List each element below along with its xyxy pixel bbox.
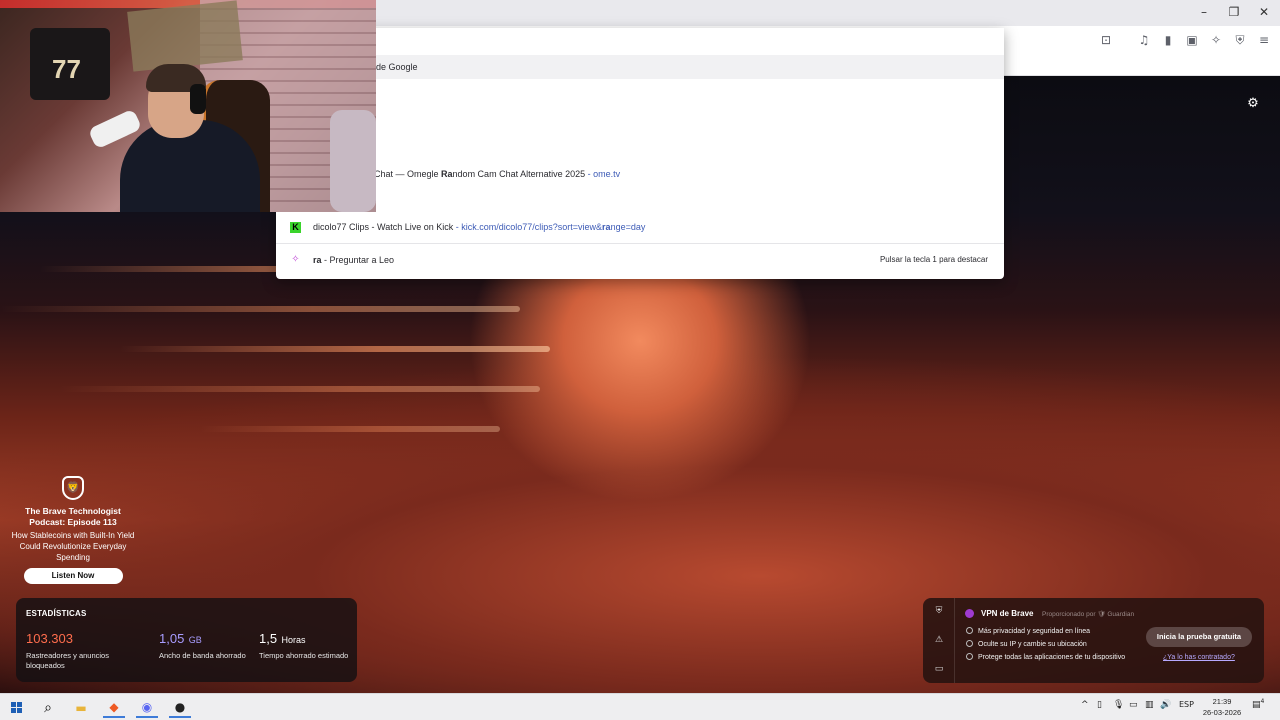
leo-sparkle-icon: ✧	[291, 254, 300, 265]
suggestion-url-match: ra	[602, 222, 611, 232]
suggestion-text: de Google	[376, 62, 418, 72]
suggestion-url: ome.tv	[593, 169, 621, 179]
brave-shields-icon[interactable]: ⛨	[1232, 32, 1248, 48]
tray-chevron-icon[interactable]: ^	[1081, 700, 1089, 710]
omnibox-dropdown: de Google Chat — Omegle Random Cam Chat …	[276, 28, 1004, 279]
reader-mode-icon[interactable]: ⊡	[1098, 32, 1114, 48]
settings-gear-icon[interactable]: ⚙	[1245, 96, 1261, 112]
restore-button[interactable]: ❐	[1226, 5, 1242, 21]
windows-logo-icon	[10, 702, 22, 713]
vpn-feature: Protege todas las aplicaciones de tu dis…	[966, 653, 1125, 661]
check-icon	[966, 627, 973, 634]
media-icon[interactable]: ♫	[1136, 32, 1152, 48]
omnibox-divider	[276, 243, 1004, 244]
discord-icon[interactable]: ◉	[136, 697, 158, 718]
background-streak	[60, 386, 540, 392]
obs-icon[interactable]: ●	[169, 697, 191, 718]
stat-desc: Rastreadores y anuncios bloqueados	[26, 651, 109, 670]
vpn-card: ⛨ ⚠ ▭ VPN de Brave Proporcionado por 🛡 G…	[923, 598, 1264, 683]
minimize-button[interactable]: –	[1196, 5, 1212, 21]
background-streak	[120, 346, 550, 352]
stat-value: 1,5	[259, 631, 278, 646]
wallet-icon[interactable]: ▣	[1184, 32, 1200, 48]
taskbar-clock[interactable]: 21:39 26-03-2026	[1197, 696, 1247, 718]
check-icon	[966, 640, 973, 647]
stat-desc: Tiempo ahorrado estimado	[259, 651, 349, 660]
stat-desc: Ancho de banda ahorrado	[159, 651, 246, 660]
search-icon[interactable]: ⌕	[37, 697, 59, 718]
vpn-feature: Más privacidad y seguridad en línea	[966, 627, 1090, 635]
money-poster	[127, 0, 243, 72]
brave-browser-icon[interactable]: ◆	[103, 697, 125, 718]
mic-icon[interactable]: 🎙	[1113, 700, 1124, 710]
suggestion-match: Ra	[441, 169, 453, 179]
clock-date: 26-03-2026	[1202, 708, 1242, 717]
language-indicator[interactable]: ESP	[1179, 700, 1194, 709]
stat-time: 1,5 Horas Tiempo ahorrado estimado	[259, 630, 351, 661]
video-icon[interactable]: ▭	[933, 664, 945, 676]
vpn-already-link[interactable]: ¿Ya lo has contratado?	[1163, 654, 1235, 661]
promo-title: The Brave Technologist Podcast: Episode …	[25, 506, 121, 527]
listen-now-button[interactable]: Listen Now	[23, 568, 123, 584]
kick-favicon-icon: K	[290, 222, 301, 233]
background-chair	[330, 110, 376, 212]
stat-trackers: 103.303 Rastreadores y anuncios bloquead…	[26, 630, 118, 671]
vpn-card-sidebar: ⛨ ⚠ ▭	[923, 598, 955, 683]
leo-query: ra	[313, 255, 322, 265]
podcast-promo: 🦁 The Brave Technologist Podcast: Episod…	[10, 476, 136, 584]
stat-unit: Horas	[281, 635, 306, 645]
stats-panel: ESTADÍSTICAS 103.303 Rastreadores y anun…	[16, 598, 357, 682]
suggestion-title-rest: ndom Cam Chat Alternative 2025	[452, 169, 586, 179]
stat-unit: GB	[188, 635, 202, 645]
brave-lion-icon: 🦁	[62, 476, 84, 500]
leo-action: Preguntar a Leo	[329, 255, 395, 265]
suggestion-sep: -	[585, 169, 594, 179]
start-button[interactable]	[5, 697, 27, 718]
display-icon[interactable]: ▭	[1129, 700, 1138, 710]
check-icon	[966, 653, 973, 660]
suggestion-url-rest: nge=day	[610, 222, 646, 232]
vpn-shield-icon[interactable]: ⛨	[933, 606, 945, 618]
notifications-icon[interactable]: ▤4	[1252, 698, 1264, 710]
suggestion-title: dicolo77 Clips - Watch Live on Kick	[313, 222, 454, 232]
notification-count: 4	[1260, 698, 1265, 705]
volume-icon[interactable]: 🔊	[1160, 700, 1171, 710]
windows-taskbar: ⌕ ▬ ◆ ◉ ● ^ ▯ 🎙 ▭ ▥ 🔊 ESP 21:39 26-03-20…	[0, 693, 1280, 720]
leo-hint: Pulsar la tecla 1 para destacar	[879, 255, 988, 264]
leo-sep: -	[321, 255, 330, 265]
omnibox-suggestion-search[interactable]: de Google	[276, 55, 1004, 79]
omnibox-suggestion-leo[interactable]: ✧ ra - Preguntar a Leo Pulsar la tecla 1…	[276, 249, 1004, 271]
stat-value: 103.303	[26, 631, 73, 646]
leo-ai-icon[interactable]: ✧	[1208, 32, 1224, 48]
suggestion-title: Chat — Omegle	[374, 169, 442, 179]
vpn-feature: Oculte su IP y cambie su ubicación	[966, 640, 1087, 648]
close-button[interactable]: ✕	[1256, 5, 1272, 21]
vpn-trial-button[interactable]: Inicia la prueba gratuita	[1146, 627, 1252, 647]
stat-bandwidth: 1,05 GB Ancho de banda ahorrado	[159, 630, 251, 661]
promo-subtitle: How Stablecoins with Built-In Yield Coul…	[11, 531, 135, 562]
file-explorer-icon[interactable]: ▬	[70, 697, 92, 718]
sidebar-icon[interactable]: ▮	[1160, 32, 1176, 48]
background-streak	[0, 306, 520, 312]
framed-jersey: 77	[30, 28, 110, 100]
omnibox-suggestion-kick[interactable]: K dicolo77 Clips - Watch Live on Kick - …	[276, 216, 1004, 238]
webcam-overlay: 77	[0, 0, 376, 212]
clock-time: 21:39	[1212, 697, 1232, 706]
stats-title: ESTADÍSTICAS	[26, 609, 87, 618]
stat-value: 1,05	[159, 631, 185, 646]
omnibox-suggestion-site[interactable]: Chat — Omegle Random Cam Chat Alternativ…	[276, 164, 1004, 184]
device-icon[interactable]: ▯	[1097, 700, 1102, 710]
background-streak	[200, 426, 500, 432]
toolbar-icons: ⊡ ♫ ▮ ▣ ✧ ⛨ ≡	[1094, 32, 1272, 48]
vpn-logo-icon	[965, 609, 974, 618]
suggestion-url: kick.com/dicolo77/clips?sort=view&	[461, 222, 603, 232]
network-icon[interactable]: ▥	[1145, 700, 1154, 710]
vpn-title: VPN de Brave	[981, 609, 1034, 618]
warning-icon[interactable]: ⚠	[933, 635, 945, 647]
headset	[190, 84, 206, 114]
vpn-provider: Proporcionado por 🛡 Guardian	[1042, 611, 1135, 618]
menu-icon[interactable]: ≡	[1256, 32, 1272, 48]
